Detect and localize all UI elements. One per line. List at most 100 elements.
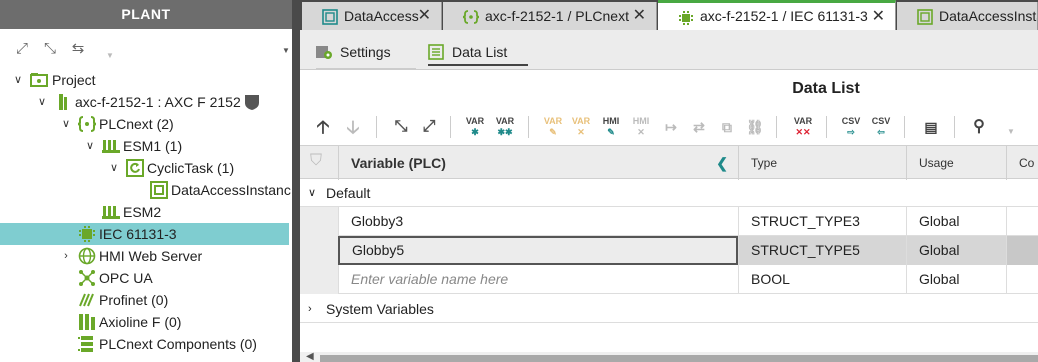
cell-type[interactable]: STRUCT_TYPE3 (738, 207, 906, 236)
cell-variable[interactable]: Globby3 (338, 207, 738, 236)
search-icon[interactable]: ⚲ (968, 116, 990, 138)
delete-var-icon[interactable]: VAR ✕ (570, 116, 592, 138)
program-icon (322, 9, 338, 25)
close-icon[interactable]: ✕ (872, 3, 885, 30)
group-default[interactable]: ∨ Default (300, 179, 1038, 207)
export-csv-icon[interactable]: CSV ⇨ (840, 116, 862, 138)
assign-icon[interactable]: ↦ (660, 116, 682, 138)
cell-comment[interactable] (1006, 265, 1038, 294)
tree-node-dataaccessinstance[interactable]: DataAccessInstanc (0, 179, 292, 201)
tree-node-cyclictask[interactable]: ∨ CyclicTask (1) (0, 157, 292, 179)
expand-all-icon[interactable]: ⤢ (418, 116, 440, 138)
tree-node-hmi-web-server[interactable]: › HMI Web Server (0, 245, 292, 267)
tree-node-esm2[interactable]: ESM2 (0, 201, 292, 223)
horizontal-scrollbar[interactable]: ◀ (300, 352, 1038, 362)
row-header[interactable] (300, 236, 338, 265)
chevron-down-icon[interactable]: ∨ (308, 179, 316, 207)
tree-node-project[interactable]: ∨ Project (0, 69, 292, 91)
tree-node-plcnext-components[interactable]: PLCnext Components (0) (0, 333, 292, 355)
subtab-data-list[interactable]: Data List (428, 38, 528, 66)
chevron-right-icon[interactable]: › (308, 295, 312, 323)
list-icon (428, 44, 444, 60)
collapse-all-icon[interactable]: ⤡ (40, 39, 60, 59)
tab-iec61131[interactable]: axc-f-2152-1 / IEC 61131-3 ✕ (658, 0, 896, 30)
tree-label: Project (52, 72, 96, 88)
tree-label: Profinet (0) (99, 292, 169, 308)
tab-label: DataAccessInsta (939, 8, 1038, 24)
hmi-delete-icon[interactable]: HMI ✕ (630, 116, 652, 138)
group-system-variables[interactable]: › System Variables (300, 295, 1038, 323)
cell-comment[interactable] (1006, 236, 1038, 265)
add-var-struct-icon[interactable]: VAR ✱✱ (494, 116, 516, 138)
hmi-icon[interactable]: HMI ✎ (600, 116, 622, 138)
column-header-type[interactable]: Type (738, 146, 906, 180)
close-icon[interactable]: ✕ (418, 2, 431, 30)
data-list-toolbar: 🡡 🡣 ⤡ ⤢ VAR ✱ VAR ✱✱ VAR ✎ VAR ✕ HMI ✎ HMI ✕ ↦… (300, 108, 1038, 144)
filter-icon[interactable]: ⛉ (310, 152, 322, 170)
tree-label: DataAccessInstanc (171, 182, 291, 198)
link-icon[interactable]: ⛓ (744, 116, 766, 138)
cell-usage[interactable]: Global (906, 265, 1006, 294)
cell-usage[interactable]: Global (906, 236, 1006, 265)
tab-dataaccess[interactable]: DataAccess ✕ (302, 2, 442, 30)
connect-icon[interactable]: ⇄ (688, 116, 710, 138)
chevron-down-icon[interactable]: ∨ (36, 91, 48, 113)
chevron-down-icon[interactable]: ∨ (108, 157, 120, 179)
cell-comment[interactable] (1006, 207, 1038, 236)
chevron-right-icon[interactable]: › (60, 245, 72, 267)
tree-node-plcnext[interactable]: ∨ PLCnext (2) (0, 113, 292, 135)
close-icon[interactable]: ✕ (633, 2, 646, 30)
tree-node-esm1[interactable]: ∨ ESM1 (1) (0, 135, 292, 157)
column-header-usage[interactable]: Usage (906, 146, 1006, 180)
add-var-icon[interactable]: VAR ✱ (464, 116, 486, 138)
table-row[interactable]: Globby3 STRUCT_TYPE3 Global (300, 207, 1038, 236)
table-row[interactable]: Globby5 STRUCT_TYPE5 Global (300, 236, 1038, 265)
tree-node-profinet[interactable]: Profinet (0) (0, 289, 292, 311)
table-view-icon[interactable]: ▤ (920, 116, 942, 138)
collapse-all-icon[interactable]: ⤡ (390, 116, 412, 138)
cell-usage[interactable]: Global (906, 207, 1006, 236)
tab-label: axc-f-2152-1 / IEC 61131-3 (700, 8, 868, 24)
toolbar-dropdown-icon[interactable]: ▼ (106, 51, 114, 60)
tab-dataaccessinstance[interactable]: DataAccessInsta (897, 2, 1038, 30)
tree-label: OPC UA (99, 270, 153, 286)
copy-icon[interactable]: ⧉ (716, 116, 738, 138)
move-up-icon[interactable]: 🡡 (312, 116, 334, 138)
plant-menu-dropdown-icon[interactable]: ▼ (282, 46, 290, 55)
table-row[interactable]: Enter variable name here BOOL Global (300, 265, 1038, 294)
cell-variable[interactable]: Globby5 (338, 236, 738, 265)
import-csv-icon[interactable]: CSV ⇦ (870, 116, 892, 138)
chevron-down-icon[interactable]: ∨ (84, 135, 96, 157)
scroll-left-icon[interactable]: ◀ (306, 352, 314, 362)
tree-node-controller[interactable]: ∨ axc-f-2152-1 : AXC F 2152 (0, 91, 292, 113)
chevron-down-icon[interactable]: ∨ (60, 113, 72, 135)
group-label: System Variables (326, 301, 434, 317)
plant-header: PLANT (0, 0, 292, 29)
edit-var-icon[interactable]: VAR ✎ (542, 116, 564, 138)
column-header-comment[interactable]: Co (1006, 146, 1038, 180)
panel-splitter[interactable] (292, 0, 300, 362)
tab-plcnext[interactable]: axc-f-2152-1 / PLCnext ✕ (443, 2, 657, 30)
tree-label: axc-f-2152-1 : AXC F 2152 (75, 94, 241, 110)
delete-all-var-icon[interactable]: VAR ✕✕ (792, 116, 814, 138)
tree-node-opc-ua[interactable]: OPC UA (0, 267, 292, 289)
expand-all-icon[interactable]: ⤢ (12, 39, 32, 59)
subtab-settings[interactable]: Settings (316, 38, 416, 70)
subtab-underline (316, 68, 416, 70)
sync-icon[interactable]: ⇆ (68, 39, 88, 59)
cell-type[interactable]: STRUCT_TYPE5 (738, 236, 906, 265)
tree-node-iec61131[interactable]: IEC 61131-3 (0, 223, 289, 245)
esm-icon (102, 206, 120, 219)
scrollbar-thumb[interactable] (320, 355, 1038, 362)
row-header[interactable] (300, 207, 338, 236)
editor-tabbar: DataAccess ✕ axc-f-2152-1 / PLCnext ✕ ax… (300, 0, 1038, 30)
cell-type[interactable]: BOOL (738, 265, 906, 294)
move-down-icon[interactable]: 🡣 (342, 116, 364, 138)
column-header-variable[interactable]: Variable (PLC) ❮ (338, 146, 738, 180)
new-variable-input[interactable]: Enter variable name here (338, 265, 738, 294)
row-header[interactable] (300, 265, 338, 294)
chevron-down-icon[interactable]: ∨ (12, 69, 24, 91)
plcnext-icon (78, 116, 96, 132)
tree-node-axioline[interactable]: Axioline F (0) (0, 311, 292, 333)
collapse-column-icon[interactable]: ❮ (716, 146, 728, 180)
